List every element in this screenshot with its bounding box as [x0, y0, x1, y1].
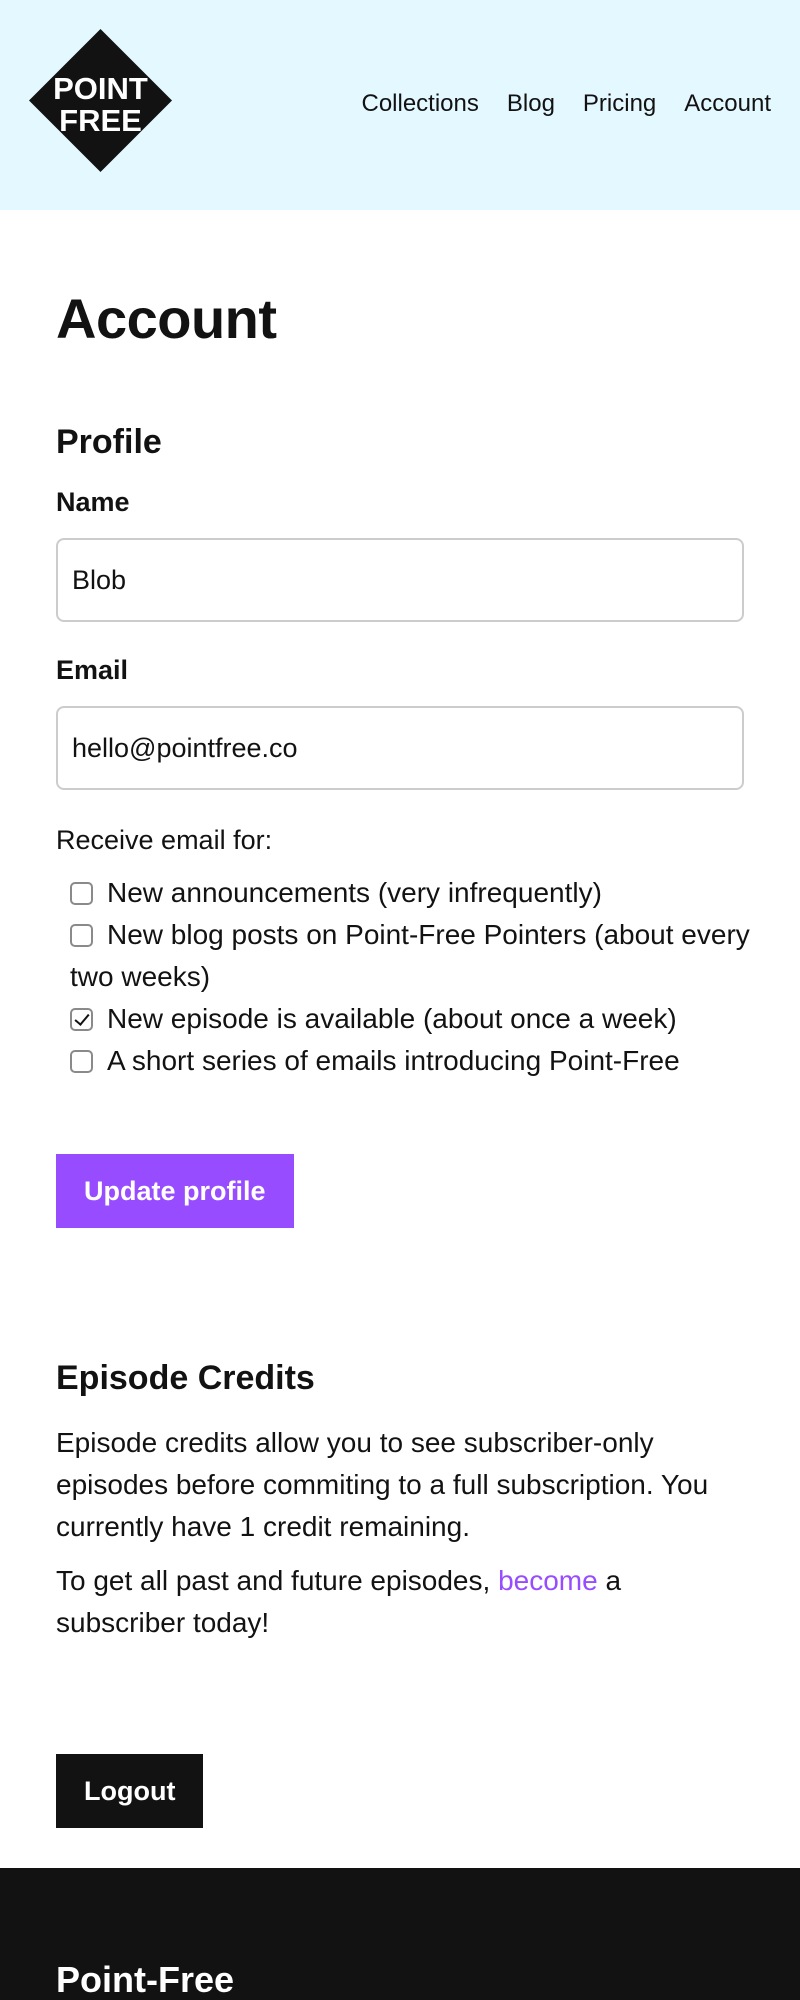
- pref-label: New blog posts on Point-Free Pointers (a…: [70, 919, 750, 992]
- new-episode-checkbox[interactable]: [70, 1008, 93, 1031]
- subscribe-cta: To get all past and future episodes, bec…: [56, 1560, 756, 1644]
- pref-intro-series: A short series of emails introducing Poi…: [70, 1040, 750, 1082]
- logo-diamond-icon: POINT FREE: [29, 29, 172, 172]
- cta-text-before: To get all past and future episodes,: [56, 1565, 499, 1596]
- nav-pricing[interactable]: Pricing: [583, 88, 656, 120]
- nav-account[interactable]: Account: [684, 88, 771, 120]
- become-link[interactable]: become: [498, 1565, 598, 1596]
- nav-collections[interactable]: Collections: [361, 88, 478, 120]
- site-header: POINT FREE Collections Blog Pricing Acco…: [0, 0, 800, 210]
- update-profile-button[interactable]: Update profile: [56, 1154, 294, 1228]
- blog-posts-checkbox[interactable]: [70, 924, 93, 947]
- name-input[interactable]: [56, 538, 744, 622]
- main-nav: Collections Blog Pricing Account: [361, 88, 771, 120]
- email-preferences: New announcements (very infrequently) Ne…: [70, 872, 750, 1082]
- intro-series-checkbox[interactable]: [70, 1050, 93, 1073]
- pref-new-episode: New episode is available (about once a w…: [70, 998, 750, 1040]
- footer-brand: Point-Free: [56, 1959, 235, 2000]
- pref-label: A short series of emails introducing Poi…: [107, 1045, 680, 1076]
- point-free-logo[interactable]: POINT FREE: [29, 29, 172, 172]
- svg-text:FREE: FREE: [59, 103, 142, 138]
- nav-blog[interactable]: Blog: [507, 88, 555, 120]
- name-label: Name: [56, 487, 130, 517]
- email-label: Email: [56, 655, 129, 685]
- profile-heading: Profile: [56, 423, 162, 461]
- email-input[interactable]: [56, 706, 744, 790]
- episode-credits-heading: Episode Credits: [56, 1359, 315, 1397]
- receive-email-label: Receive email for:: [56, 825, 273, 855]
- page-title: Account: [56, 287, 277, 350]
- site-footer: Point-Free: [0, 1868, 800, 2000]
- pref-announcements: New announcements (very infrequently): [70, 872, 750, 914]
- pref-label: New announcements (very infrequently): [107, 877, 602, 908]
- logout-button[interactable]: Logout: [56, 1754, 204, 1828]
- svg-text:POINT: POINT: [53, 71, 148, 106]
- pref-blog-posts: New blog posts on Point-Free Pointers (a…: [70, 914, 750, 998]
- announcements-checkbox[interactable]: [70, 882, 93, 905]
- pref-label: New episode is available (about once a w…: [107, 1003, 677, 1034]
- credits-description: Episode credits allow you to see subscri…: [56, 1427, 709, 1542]
